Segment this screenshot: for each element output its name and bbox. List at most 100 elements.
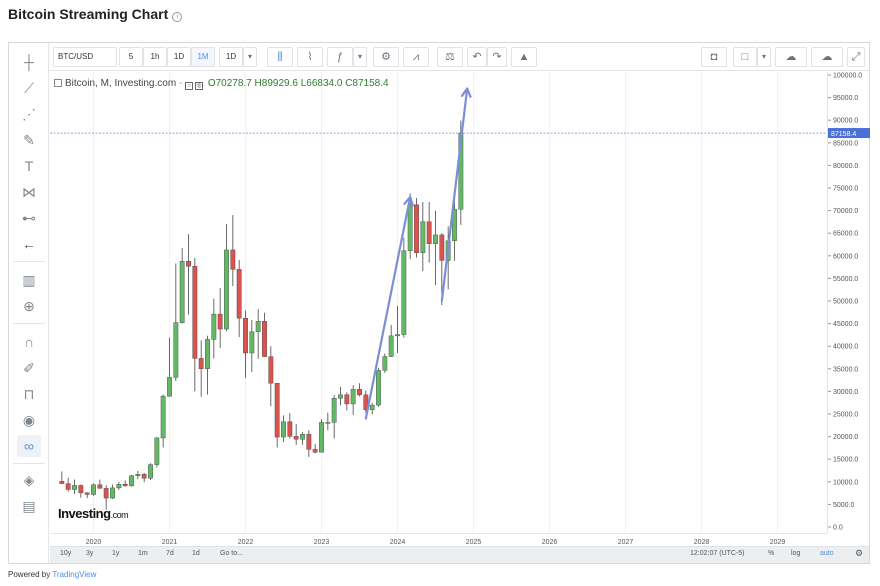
candle <box>420 202 426 272</box>
interval-button-1m[interactable]: 1M <box>191 47 215 67</box>
pattern-tool-icon[interactable]: ⋈ <box>17 181 41 203</box>
y-tick-label: 55000.0 <box>833 276 858 283</box>
x-tick-label: 2020 <box>86 539 102 546</box>
candle-body <box>376 370 381 406</box>
candle-body <box>205 339 210 370</box>
candle <box>262 312 267 358</box>
candle-body <box>186 261 191 267</box>
interval-button-1h[interactable]: 1h <box>143 47 167 67</box>
candle-body <box>65 483 71 490</box>
candle <box>122 480 128 487</box>
fib-tool-icon[interactable]: ⋰ <box>17 103 41 125</box>
legend-settings-icon[interactable]: ○ <box>185 82 194 90</box>
range-7d[interactable]: 7d <box>166 550 174 557</box>
x-tick-label: 2023 <box>314 539 330 546</box>
crosshair-icon[interactable]: ┼ <box>17 51 41 73</box>
price-axis[interactable]: 0.0 5000.0 10000.0 15000.0 20000.0 25000.0 300… <box>827 72 870 533</box>
chart-pane[interactable]: Bitcoin, M, Investing.com - ○ ◎ O70278.7 … <box>50 72 827 533</box>
y-tick-label: 10000.0 <box>833 479 858 486</box>
undo-icon[interactable]: ↶ <box>467 47 487 67</box>
trash-icon[interactable]: ▤ <box>17 495 41 517</box>
percent-toggle[interactable]: % <box>768 550 774 557</box>
log-toggle[interactable]: log <box>791 550 800 557</box>
candle-body <box>357 389 362 396</box>
info-icon[interactable]: i <box>172 12 183 22</box>
candle <box>141 472 147 483</box>
fullscreen-icon[interactable]: ⤢ <box>847 47 865 67</box>
candle <box>205 335 210 395</box>
candle <box>148 463 153 480</box>
current-price-label: 87158.4 <box>831 131 856 138</box>
chart-legend: Bitcoin, M, Investing.com - ○ ◎ O70278.7 … <box>54 78 389 90</box>
magnet-icon[interactable]: ∩ <box>17 331 41 353</box>
compare-icon[interactable]: ⩘ <box>403 47 429 67</box>
y-tick-label: 90000.0 <box>833 118 858 125</box>
eye-icon[interactable]: ◉ <box>17 409 41 431</box>
zoom-in-icon[interactable]: ⊕ <box>17 295 41 317</box>
alert-icon[interactable]: ▲ <box>511 47 537 67</box>
chevron-down-icon[interactable]: ▾ <box>757 47 771 67</box>
x-tick-label: 2025 <box>466 539 482 546</box>
chevron-down-icon[interactable]: ▾ <box>243 47 257 67</box>
drawing-toolbar: ┼ ⟋ ⋰ ✎ T ⋈ ⊷ ← ▥ ⊕ ∩ ✐ ⊓ ◉ ∞ ◈ ▤ <box>9 43 49 563</box>
layers-icon[interactable]: ◈ <box>17 469 41 491</box>
indicators-icon[interactable]: ƒ <box>327 47 353 67</box>
template-icon[interactable]: □ <box>733 47 757 67</box>
measure-tool-icon[interactable]: ⊷ <box>17 207 41 229</box>
candle-body <box>243 317 248 354</box>
line-chart-icon[interactable]: ⌇ <box>297 47 323 67</box>
candle <box>211 298 217 359</box>
symbol-search-input[interactable]: BTC/USD <box>53 47 117 67</box>
scales-icon[interactable]: ⚖ <box>437 47 463 67</box>
trend-line-icon[interactable]: ⟋ <box>17 77 41 99</box>
interval-button-1d[interactable]: 1D <box>167 47 191 67</box>
range-1m[interactable]: 1m <box>138 550 148 557</box>
gear-icon[interactable]: ⚙ <box>373 47 399 67</box>
candle-body <box>59 481 65 484</box>
go-to-button[interactable]: Go to... <box>220 550 243 557</box>
lock-icon[interactable]: ⊓ <box>17 383 41 405</box>
candles-style-icon[interactable]: ⫼ <box>267 47 293 67</box>
candlestick-chart[interactable] <box>50 72 827 533</box>
camera-icon[interactable]: ◘ <box>701 47 727 67</box>
candle-body <box>198 358 204 369</box>
brush-icon[interactable]: ✎ <box>17 129 41 151</box>
candle <box>306 430 312 457</box>
cloud-save-icon[interactable]: ☁ <box>811 47 843 67</box>
range-1y[interactable]: 1y <box>112 550 119 557</box>
candle-body <box>148 464 153 479</box>
legend-hide-icon[interactable]: ◎ <box>195 82 204 90</box>
text-tool-icon[interactable]: T <box>17 155 41 177</box>
candle <box>167 337 172 397</box>
back-arrow-icon[interactable]: ← <box>17 233 41 255</box>
candle <box>293 423 299 445</box>
candle <box>401 237 407 338</box>
interval-button-5[interactable]: 5 <box>119 47 143 67</box>
redo-icon[interactable]: ↷ <box>487 47 507 67</box>
chevron-down-icon[interactable]: ▾ <box>353 47 367 67</box>
x-tick-label: 2028 <box>694 539 710 546</box>
candle <box>243 310 248 378</box>
candle-body <box>84 492 90 495</box>
bottom-toolbar: 10y 3y 1y 1m 7d 1d Go to... 12:02:07 (UT… <box>50 546 869 563</box>
candle-body <box>300 434 305 440</box>
range-10y[interactable]: 10y <box>60 550 71 557</box>
link-icon[interactable]: ∞ <box>17 435 41 457</box>
interval-dropdown[interactable]: 1D <box>219 47 243 67</box>
x-tick-label: 2027 <box>618 539 634 546</box>
range-1d[interactable]: 1d <box>192 550 200 557</box>
long-short-icon[interactable]: ▥ <box>17 269 41 291</box>
range-3y[interactable]: 3y <box>86 550 93 557</box>
candle <box>388 324 394 358</box>
time-axis[interactable]: 2020 2021 2022 2023 2024 2025 2026 2027 2028 2029 <box>50 533 827 546</box>
gear-icon[interactable]: ⚙ <box>855 548 863 559</box>
auto-toggle[interactable]: auto <box>820 550 834 557</box>
cloud-load-icon[interactable]: ☁ <box>775 47 807 67</box>
y-tick-label: 100000.0 <box>833 73 862 80</box>
legend-collapse-icon[interactable] <box>54 79 62 87</box>
stay-drawing-icon[interactable]: ✐ <box>17 357 41 379</box>
candle-body <box>167 377 172 397</box>
candle-body <box>116 484 122 489</box>
candle-body <box>217 313 223 330</box>
tradingview-link[interactable]: TradingView <box>52 570 96 579</box>
